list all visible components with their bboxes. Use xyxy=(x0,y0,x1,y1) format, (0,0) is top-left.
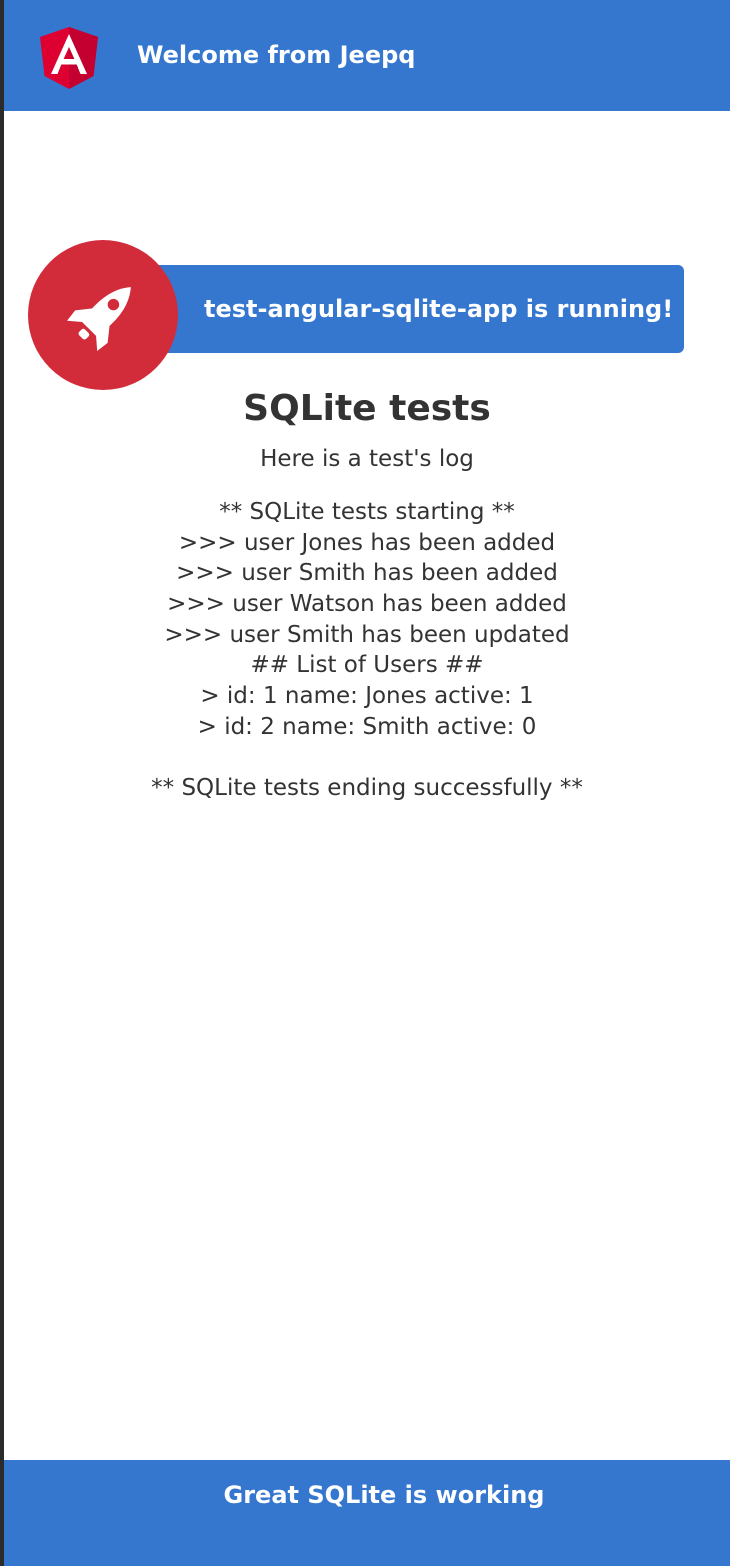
log-line: ## List of Users ## xyxy=(250,652,484,679)
main-content: SQLite tests Here is a test's log ** SQL… xyxy=(4,382,730,804)
log-line: ** SQLite tests ending successfully ** xyxy=(151,775,583,802)
page-subtitle: Here is a test's log xyxy=(260,446,474,472)
app-page: Welcome from Jeepq test-angular-sqlite-a… xyxy=(4,0,730,1566)
log-line: >>> user Smith has been updated xyxy=(164,621,570,648)
log-line: >>> user Smith has been added xyxy=(176,560,558,587)
log-line: >>> user Jones has been added xyxy=(178,529,556,556)
running-banner-text: test-angular-sqlite-app is running! xyxy=(204,295,674,323)
rocket-badge xyxy=(28,240,178,390)
footer: Great SQLite is working xyxy=(4,1460,730,1566)
angular-logo-icon xyxy=(40,27,98,89)
log-line: ** SQLite tests starting ** xyxy=(219,499,515,525)
log-line: > id: 2 name: Smith active: 0 xyxy=(197,713,537,740)
log-line: > id: 1 name: Jones active: 1 xyxy=(200,683,534,710)
toolbar: Welcome from Jeepq xyxy=(4,0,730,111)
footer-text: Great SQLite is working xyxy=(223,1481,545,1509)
page-title: SQLite tests xyxy=(243,388,491,429)
log-line: >>> user Watson has been added xyxy=(167,591,567,618)
toolbar-title: Welcome from Jeepq xyxy=(137,41,416,69)
test-log: ** SQLite tests starting ** >>> user Jon… xyxy=(4,497,730,804)
log-line xyxy=(4,743,730,774)
